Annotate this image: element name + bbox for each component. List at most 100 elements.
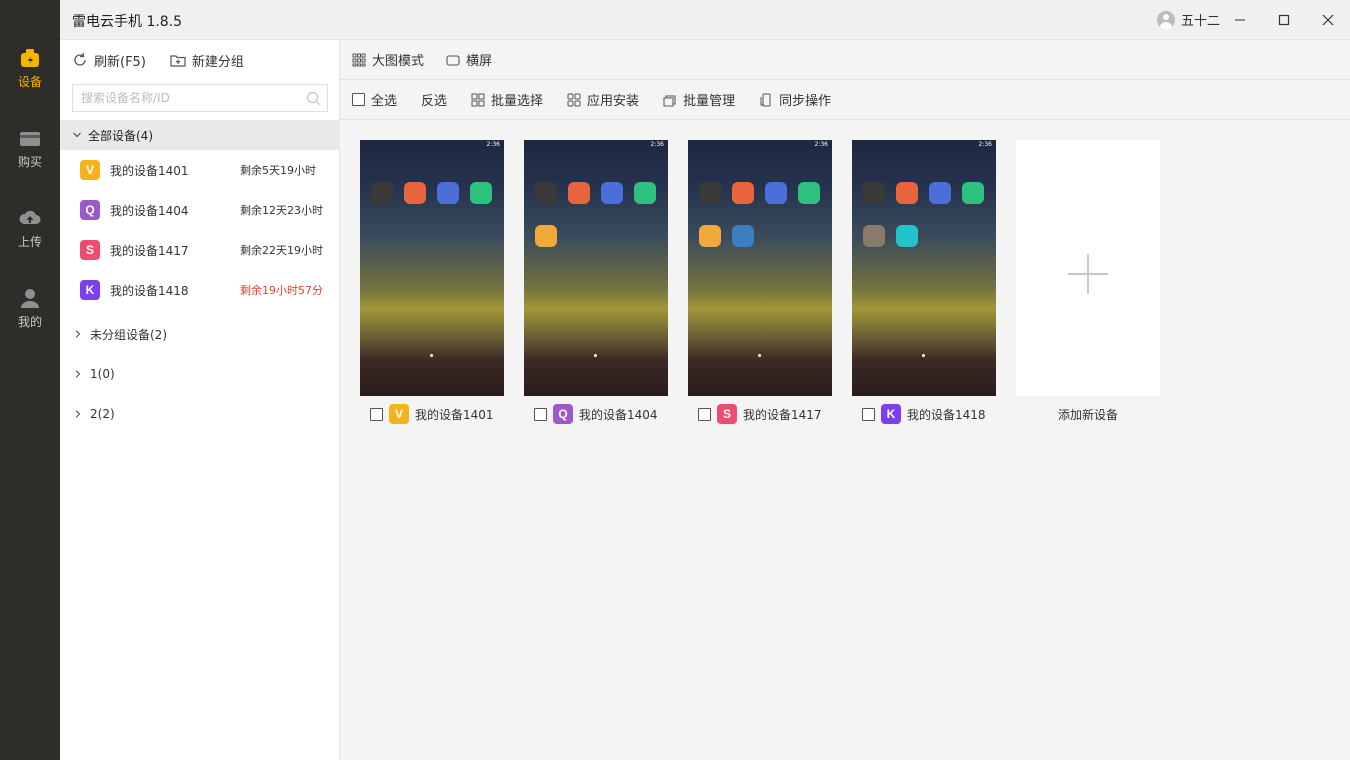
batch-select-label: 批量选择 bbox=[491, 94, 544, 109]
landscape-button[interactable]: 横屏 bbox=[446, 50, 492, 69]
batch-manage-button[interactable]: 批量管理 bbox=[663, 90, 735, 109]
chevron-right-icon bbox=[75, 330, 81, 338]
chevron-right-icon bbox=[75, 370, 81, 378]
card-icon bbox=[20, 132, 40, 146]
home-indicator bbox=[758, 354, 761, 357]
new-group-button[interactable]: 新建分组 bbox=[170, 51, 244, 70]
minimize-icon bbox=[1235, 19, 1245, 21]
avatar bbox=[1156, 10, 1175, 29]
add-device-label[interactable]: 添加新设备 bbox=[1016, 406, 1160, 423]
minimize-button[interactable] bbox=[1228, 8, 1252, 32]
device-checkbox[interactable] bbox=[698, 407, 711, 421]
group-ungrouped[interactable]: 未分组设备(2) bbox=[60, 319, 340, 349]
device-name: 我的设备1418 bbox=[110, 283, 189, 298]
device-screen[interactable]: 2:36 bbox=[524, 140, 668, 396]
app-icon bbox=[798, 182, 820, 204]
device-remaining: 剩余19小时57分 bbox=[240, 284, 323, 297]
device-checkbox[interactable] bbox=[370, 407, 383, 421]
app-icon bbox=[863, 182, 885, 204]
batch-select-button[interactable]: 批量选择 bbox=[471, 90, 543, 109]
group-2[interactable]: 2(2) bbox=[60, 399, 340, 429]
close-button[interactable] bbox=[1316, 8, 1340, 32]
device-row[interactable]: S 我的设备1417 剩余22天19小时 bbox=[60, 230, 340, 270]
home-indicator bbox=[594, 354, 597, 357]
group-all-devices[interactable]: 全部设备(4) bbox=[60, 120, 340, 150]
rail-item-devices[interactable]: 设备 bbox=[0, 42, 60, 102]
maximize-button[interactable] bbox=[1272, 8, 1296, 32]
device-row[interactable]: K 我的设备1418 剩余19小时57分 bbox=[60, 270, 340, 310]
device-badge: S bbox=[80, 240, 100, 260]
status-bar: 2:36 bbox=[486, 141, 500, 148]
device-remaining: 剩余12天23小时 bbox=[240, 204, 323, 217]
group-label: 全部设备(4) bbox=[88, 128, 153, 143]
card-footer[interactable]: K 我的设备1418 bbox=[862, 404, 986, 424]
card-footer[interactable]: Q 我的设备1404 bbox=[534, 404, 658, 424]
grid-icon bbox=[352, 53, 366, 66]
home-indicator bbox=[922, 354, 925, 357]
search-input[interactable] bbox=[73, 85, 293, 111]
device-name: 我的设备1401 bbox=[110, 163, 189, 178]
rail-item-label: 设备 bbox=[17, 75, 42, 89]
card-footer[interactable]: V 我的设备1401 bbox=[370, 404, 494, 424]
select-all-checkbox[interactable] bbox=[352, 93, 365, 106]
invert-selection-button[interactable]: 反选 bbox=[421, 90, 447, 109]
add-device-card[interactable] bbox=[1016, 140, 1160, 396]
device-card[interactable]: 2:36 K 我的设备1418 bbox=[852, 140, 996, 424]
device-name: 我的设备1417 bbox=[110, 243, 189, 258]
chevron-right-icon bbox=[75, 410, 81, 418]
rail-item-mine[interactable]: 我的 bbox=[0, 282, 60, 342]
device-row[interactable]: Q 我的设备1404 剩余12天23小时 bbox=[60, 190, 340, 230]
app-install-button[interactable]: 应用安装 bbox=[567, 90, 639, 109]
group-label: 2(2) bbox=[90, 407, 115, 421]
card-footer[interactable]: S 我的设备1417 bbox=[698, 404, 822, 424]
game-app-icon bbox=[863, 225, 885, 247]
invert-label: 反选 bbox=[421, 94, 448, 109]
device-card[interactable]: 2:36 Q 我的设备1404 bbox=[524, 140, 668, 424]
device-row[interactable]: V 我的设备1401 剩余5天19小时 bbox=[60, 150, 340, 190]
batch-select-icon bbox=[471, 93, 485, 106]
search-icon[interactable] bbox=[306, 91, 321, 106]
device-screen[interactable]: 2:36 bbox=[360, 140, 504, 396]
device-card[interactable]: 2:36 S 我的设备1417 bbox=[688, 140, 832, 424]
device-screen[interactable]: 2:36 bbox=[688, 140, 832, 396]
device-name: 我的设备1404 bbox=[579, 407, 658, 422]
device-name: 我的设备1418 bbox=[907, 407, 986, 422]
user-menu[interactable]: 五十二 bbox=[1156, 10, 1220, 29]
refresh-button[interactable]: 刷新(F5) bbox=[72, 51, 146, 70]
big-mode-button[interactable]: 大图模式 bbox=[352, 50, 424, 69]
home-indicator bbox=[430, 354, 433, 357]
device-card[interactable]: 2:36 V 我的设备1401 bbox=[360, 140, 504, 424]
group-label: 1(0) bbox=[90, 367, 115, 381]
device-sidebar: 刷新(F5) 新建分组 全部设备(4) V 我的设备1401 剩余5天19小时 … bbox=[60, 40, 340, 760]
device-checkbox[interactable] bbox=[534, 407, 547, 421]
sync-ops-button[interactable]: 同步操作 bbox=[759, 90, 831, 109]
chevron-down-icon bbox=[73, 132, 81, 138]
device-checkbox[interactable] bbox=[862, 407, 875, 421]
rail-item-label: 上传 bbox=[17, 235, 42, 249]
rail-item-label: 我的 bbox=[17, 315, 42, 329]
user-name: 五十二 bbox=[1180, 14, 1220, 29]
device-badge: V bbox=[80, 160, 100, 180]
status-bar: 2:36 bbox=[650, 141, 664, 148]
maximize-icon bbox=[1278, 14, 1290, 26]
app-icon bbox=[404, 182, 426, 204]
group-1[interactable]: 1(0) bbox=[60, 359, 340, 389]
new-group-label: 新建分组 bbox=[191, 54, 244, 70]
app-install-label: 应用安装 bbox=[587, 94, 640, 109]
select-all[interactable]: 全选 bbox=[352, 90, 397, 109]
device-screen[interactable]: 2:36 bbox=[852, 140, 996, 396]
apps-icon bbox=[567, 93, 581, 106]
device-remaining: 剩余22天19小时 bbox=[240, 244, 323, 257]
device-badge: K bbox=[80, 280, 100, 300]
app-icon bbox=[634, 182, 656, 204]
app-icon bbox=[699, 182, 721, 204]
app-title: 雷电云手机 1.8.5 bbox=[72, 14, 183, 30]
rail-item-upload[interactable]: 上传 bbox=[0, 202, 60, 262]
rail-item-buy[interactable]: 购买 bbox=[0, 122, 60, 182]
batch-toolbar: 全选 反选 批量选择 应用安装 批量管理 同步操作 bbox=[340, 80, 1350, 120]
game-app-icon bbox=[535, 225, 557, 247]
cloud-upload-icon bbox=[19, 210, 41, 224]
user-icon bbox=[21, 289, 39, 308]
taptap-app-icon bbox=[896, 225, 918, 247]
device-name: 我的设备1401 bbox=[415, 407, 494, 422]
